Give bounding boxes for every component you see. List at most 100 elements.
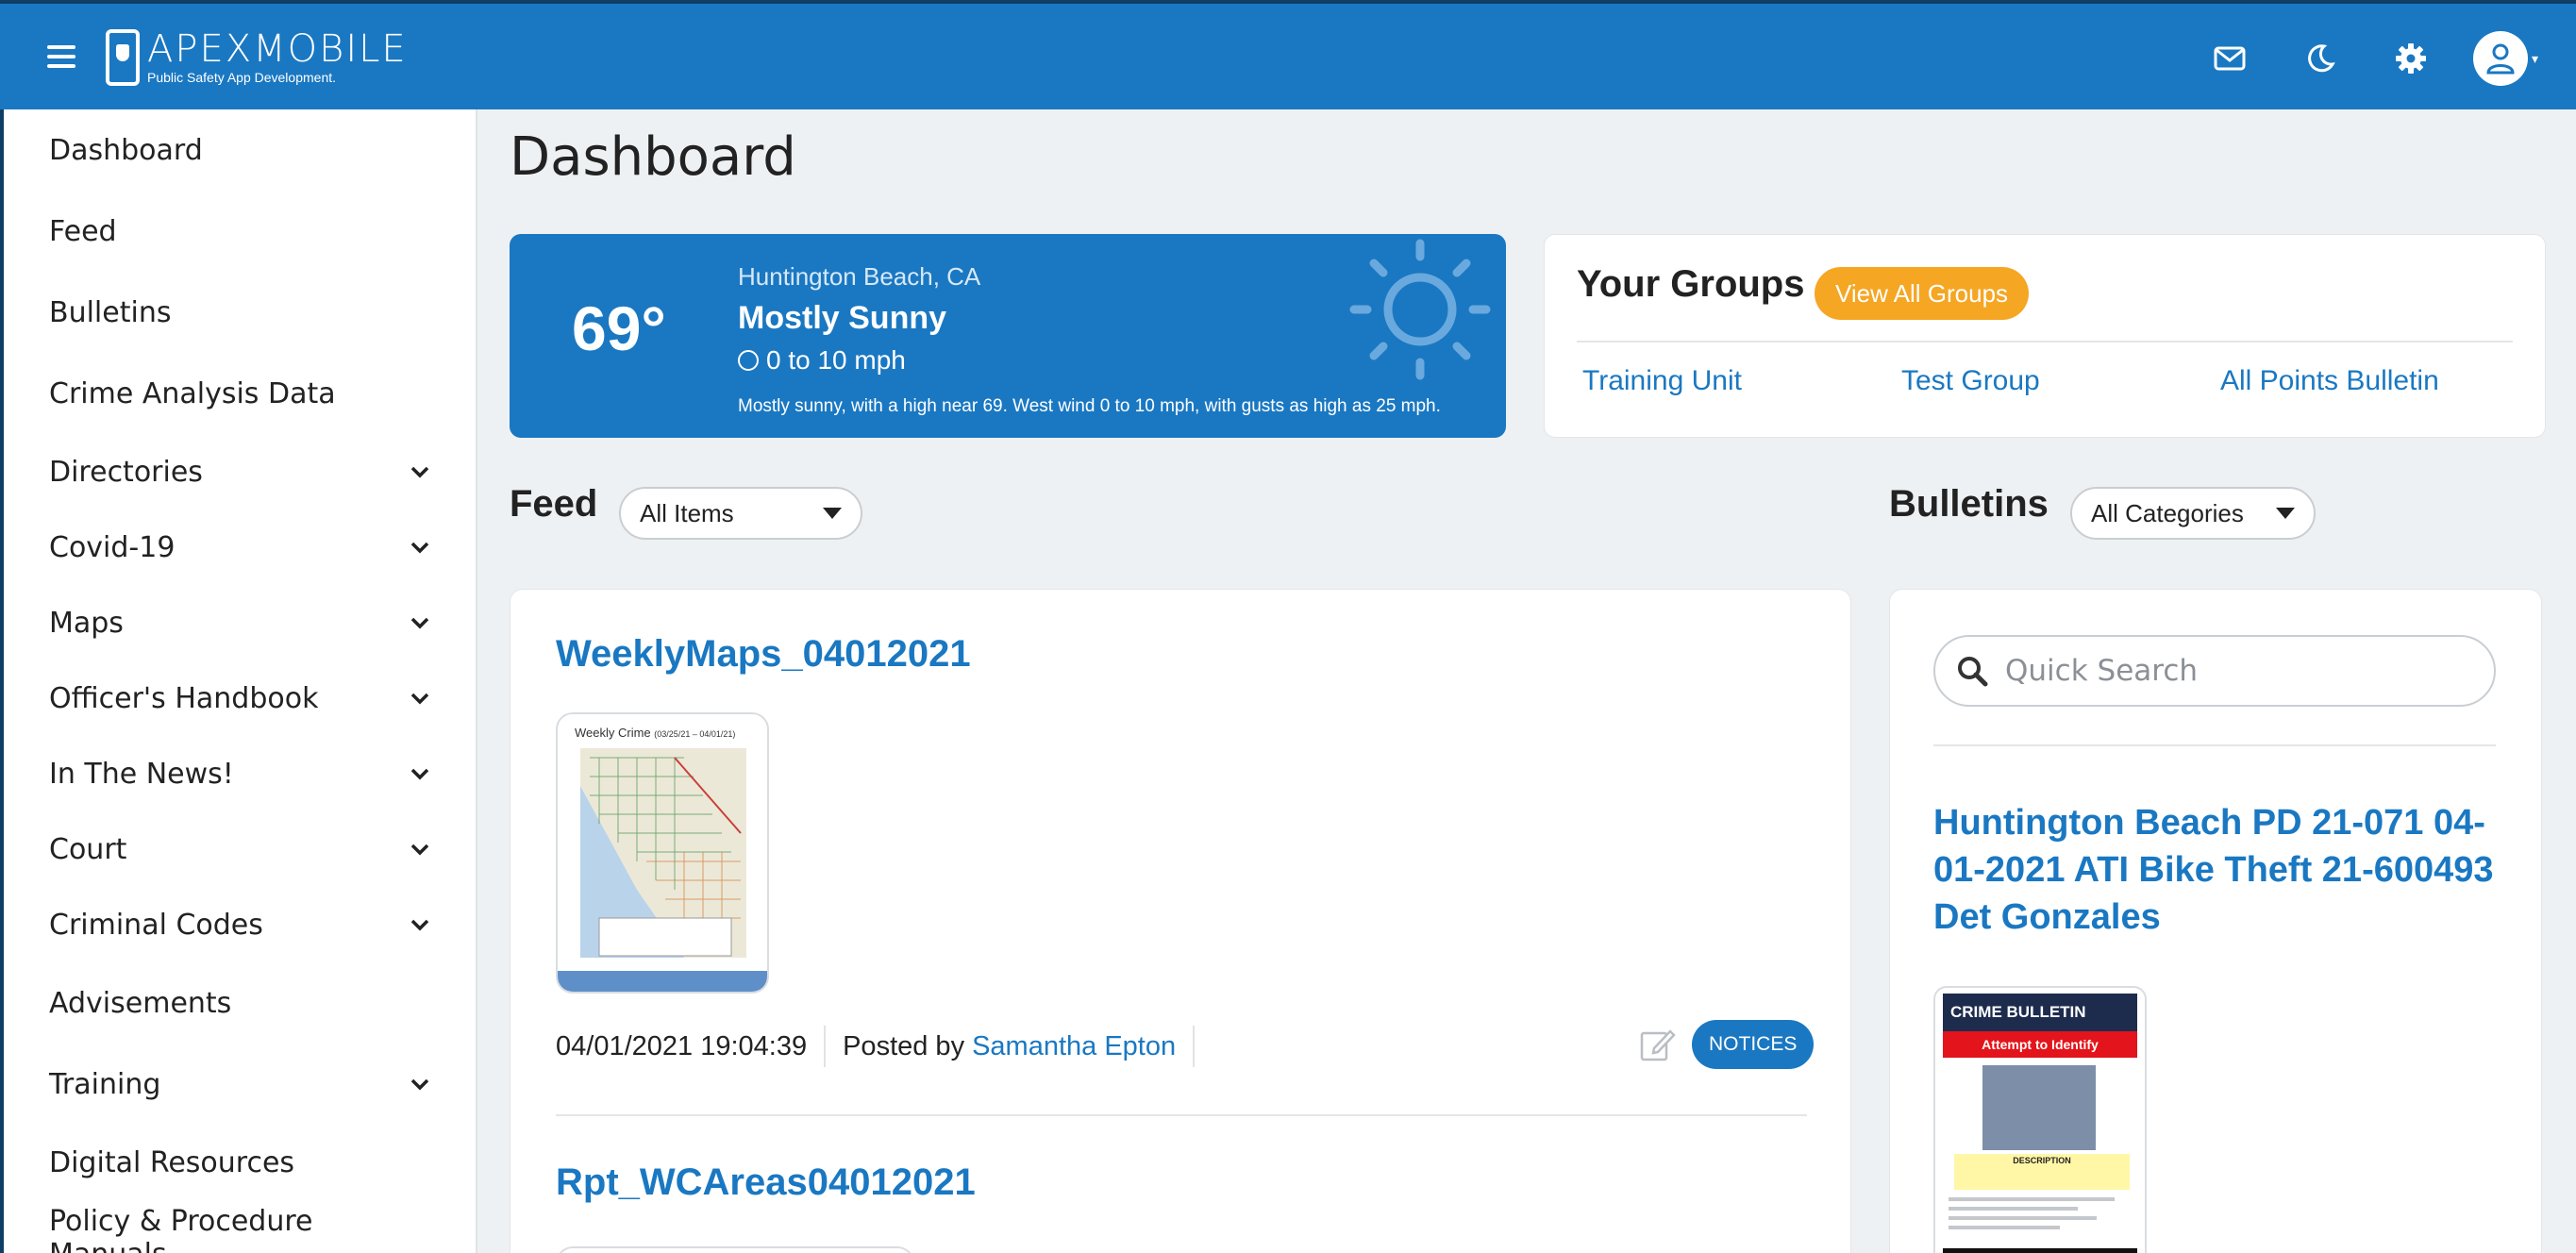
gear-icon[interactable]	[2383, 30, 2439, 87]
sidebar-item-label: Directories	[49, 455, 203, 489]
post-thumbnail[interactable]	[556, 1246, 914, 1253]
weather-card: 69° Huntington Beach, CA Mostly Sunny 0 …	[510, 234, 1506, 438]
map-thumbnail-image	[580, 748, 746, 958]
bulletin-thumb-banner: Attempt to Identify	[1943, 1031, 2137, 1058]
sidebar-item-label: Digital Resources	[49, 1145, 295, 1179]
weather-condition: Mostly Sunny	[738, 300, 947, 336]
top-bar: APEXMOBILE Public Safety App Development…	[0, 0, 2576, 109]
mail-icon[interactable]	[2201, 30, 2258, 87]
bulletin-description-box: DESCRIPTION	[1954, 1154, 2130, 1190]
sidebar-item-label: Dashboard	[49, 133, 203, 167]
search-icon	[1958, 657, 1988, 687]
wind-direction-icon	[738, 350, 759, 371]
bulletin-thumb-header: CRIME BULLETIN	[1943, 994, 2137, 1031]
caret-down-icon	[2276, 508, 2295, 519]
logo[interactable]: APEXMOBILE Public Safety App Development…	[106, 28, 408, 87]
sidebar-item-in-the-news[interactable]: In The News!	[4, 736, 476, 811]
sidebar-item-crime-analysis-data[interactable]: Crime Analysis Data	[4, 353, 476, 434]
posted-by-label: Posted by	[843, 1030, 965, 1061]
chevron-down-icon	[410, 768, 429, 780]
weather-location: Huntington Beach, CA	[738, 262, 981, 291]
sidebar-item-policy-procedure-manuals[interactable]: Policy & Procedure Manuals	[4, 1200, 476, 1253]
post-title[interactable]: Rpt_WCAreas04012021	[556, 1161, 976, 1204]
sidebar: Dashboard Feed Bulletins Crime Analysis Dat…	[0, 109, 477, 1253]
feed-filter-value: All Items	[640, 498, 734, 527]
feed-filter-select[interactable]: All Items	[619, 487, 862, 540]
sidebar-item-label: Advisements	[49, 986, 232, 1020]
bulletin-text-lines	[1949, 1197, 2133, 1235]
divider	[1933, 744, 2496, 746]
tag-badge[interactable]: NOTICES	[1692, 1020, 1815, 1069]
sidebar-item-training[interactable]: Training	[4, 1044, 476, 1125]
main-content: Dashboard 69° Huntington Beach, CA Mostl…	[477, 109, 2576, 1253]
sidebar-item-criminal-codes[interactable]: Criminal Codes	[4, 887, 476, 962]
sidebar-item-label: Court	[49, 832, 127, 866]
logo-badge-icon	[106, 29, 140, 86]
group-link[interactable]: Training Unit	[1582, 365, 1742, 397]
feed-card: WeeklyMaps_04012021 Weekly Crime (03/25/…	[510, 589, 1851, 1253]
page-title: Dashboard	[510, 126, 796, 188]
bulletin-thumb-footer	[1943, 1248, 2137, 1253]
weather-wind: 0 to 10 mph	[738, 345, 906, 376]
sidebar-item-directories[interactable]: Directories	[4, 434, 476, 510]
sidebar-item-label: Officer's Handbook	[49, 681, 319, 715]
divider	[556, 1114, 1807, 1116]
hamburger-icon[interactable]	[47, 45, 75, 70]
sidebar-item-label: Criminal Codes	[49, 908, 263, 942]
divider	[824, 1026, 827, 1067]
weather-wind-value: 0 to 10 mph	[766, 345, 906, 375]
bulletins-heading: Bulletins	[1889, 483, 2049, 525]
user-menu[interactable]: ▾	[2472, 30, 2538, 87]
weather-temperature: 69°	[572, 293, 666, 363]
edit-icon[interactable]	[1639, 1026, 1677, 1063]
sidebar-item-maps[interactable]: Maps	[4, 585, 476, 660]
bulletin-photo	[1982, 1065, 2096, 1150]
bulletins-card: Huntington Beach PD 21-071 04-01-2021 AT…	[1889, 589, 2542, 1253]
post-thumbnail[interactable]: Weekly Crime (03/25/21 – 04/01/21)	[556, 712, 769, 994]
sidebar-item-court[interactable]: Court	[4, 811, 476, 887]
sidebar-item-advisements[interactable]: Advisements	[4, 962, 476, 1044]
sidebar-item-label: In The News!	[49, 757, 234, 791]
sidebar-item-dashboard[interactable]: Dashboard	[4, 109, 476, 191]
sidebar-item-label: Bulletins	[49, 295, 172, 329]
sidebar-item-label: Policy & Procedure Manuals	[49, 1205, 313, 1253]
sun-icon	[1349, 239, 1491, 380]
chevron-down-icon	[410, 466, 429, 478]
feed-heading: Feed	[510, 483, 598, 525]
bulletin-title[interactable]: Huntington Beach PD 21-071 04-01-2021 AT…	[1933, 799, 2509, 941]
weather-description: Mostly sunny, with a high near 69. West …	[738, 396, 1441, 416]
sidebar-item-bulletins[interactable]: Bulletins	[4, 272, 476, 353]
sidebar-item-label: Crime Analysis Data	[49, 376, 336, 410]
logo-tagline: Public Safety App Development.	[147, 70, 337, 85]
group-link[interactable]: All Points Bulletin	[2220, 365, 2439, 397]
sidebar-item-feed[interactable]: Feed	[4, 191, 476, 272]
chevron-down-icon	[410, 617, 429, 629]
group-link[interactable]: Test Group	[1901, 365, 2040, 397]
sidebar-item-label: Training	[49, 1067, 161, 1101]
moon-icon[interactable]	[2292, 30, 2349, 87]
sidebar-item-label: Maps	[49, 606, 124, 640]
bulletins-filter-value: All Categories	[2091, 498, 2244, 527]
sidebar-item-label: Feed	[49, 214, 117, 248]
post-title[interactable]: WeeklyMaps_04012021	[556, 633, 971, 676]
chevron-down-icon	[410, 542, 429, 554]
thumbnail-footer	[558, 971, 767, 992]
bulletin-thumbnail[interactable]: CRIME BULLETIN Attempt to Identify DESCR…	[1933, 986, 2147, 1253]
divider	[1193, 1026, 1196, 1067]
logo-name: APEXMOBILE	[147, 27, 408, 71]
sidebar-item-covid-19[interactable]: Covid-19	[4, 510, 476, 585]
search-input[interactable]	[2005, 654, 2458, 688]
sidebar-item-digital-resources[interactable]: Digital Resources	[4, 1125, 476, 1200]
caret-down-icon	[823, 508, 842, 519]
chevron-down-icon	[410, 844, 429, 856]
bulletin-thumb-desc: DESCRIPTION	[2013, 1156, 2071, 1165]
divider	[1577, 341, 2513, 342]
groups-title: Your Groups	[1577, 263, 1805, 305]
quick-search[interactable]	[1933, 635, 2496, 707]
sidebar-item-label: Covid-19	[49, 530, 176, 564]
view-all-groups-button[interactable]: View All Groups	[1815, 267, 2030, 320]
sidebar-item-officer-s-handbook[interactable]: Officer's Handbook	[4, 660, 476, 736]
thumbnail-caption: Weekly Crime (03/25/21 – 04/01/21)	[575, 726, 736, 740]
post-author-link[interactable]: Samantha Epton	[972, 1031, 1176, 1062]
bulletins-category-select[interactable]: All Categories	[2070, 487, 2316, 540]
